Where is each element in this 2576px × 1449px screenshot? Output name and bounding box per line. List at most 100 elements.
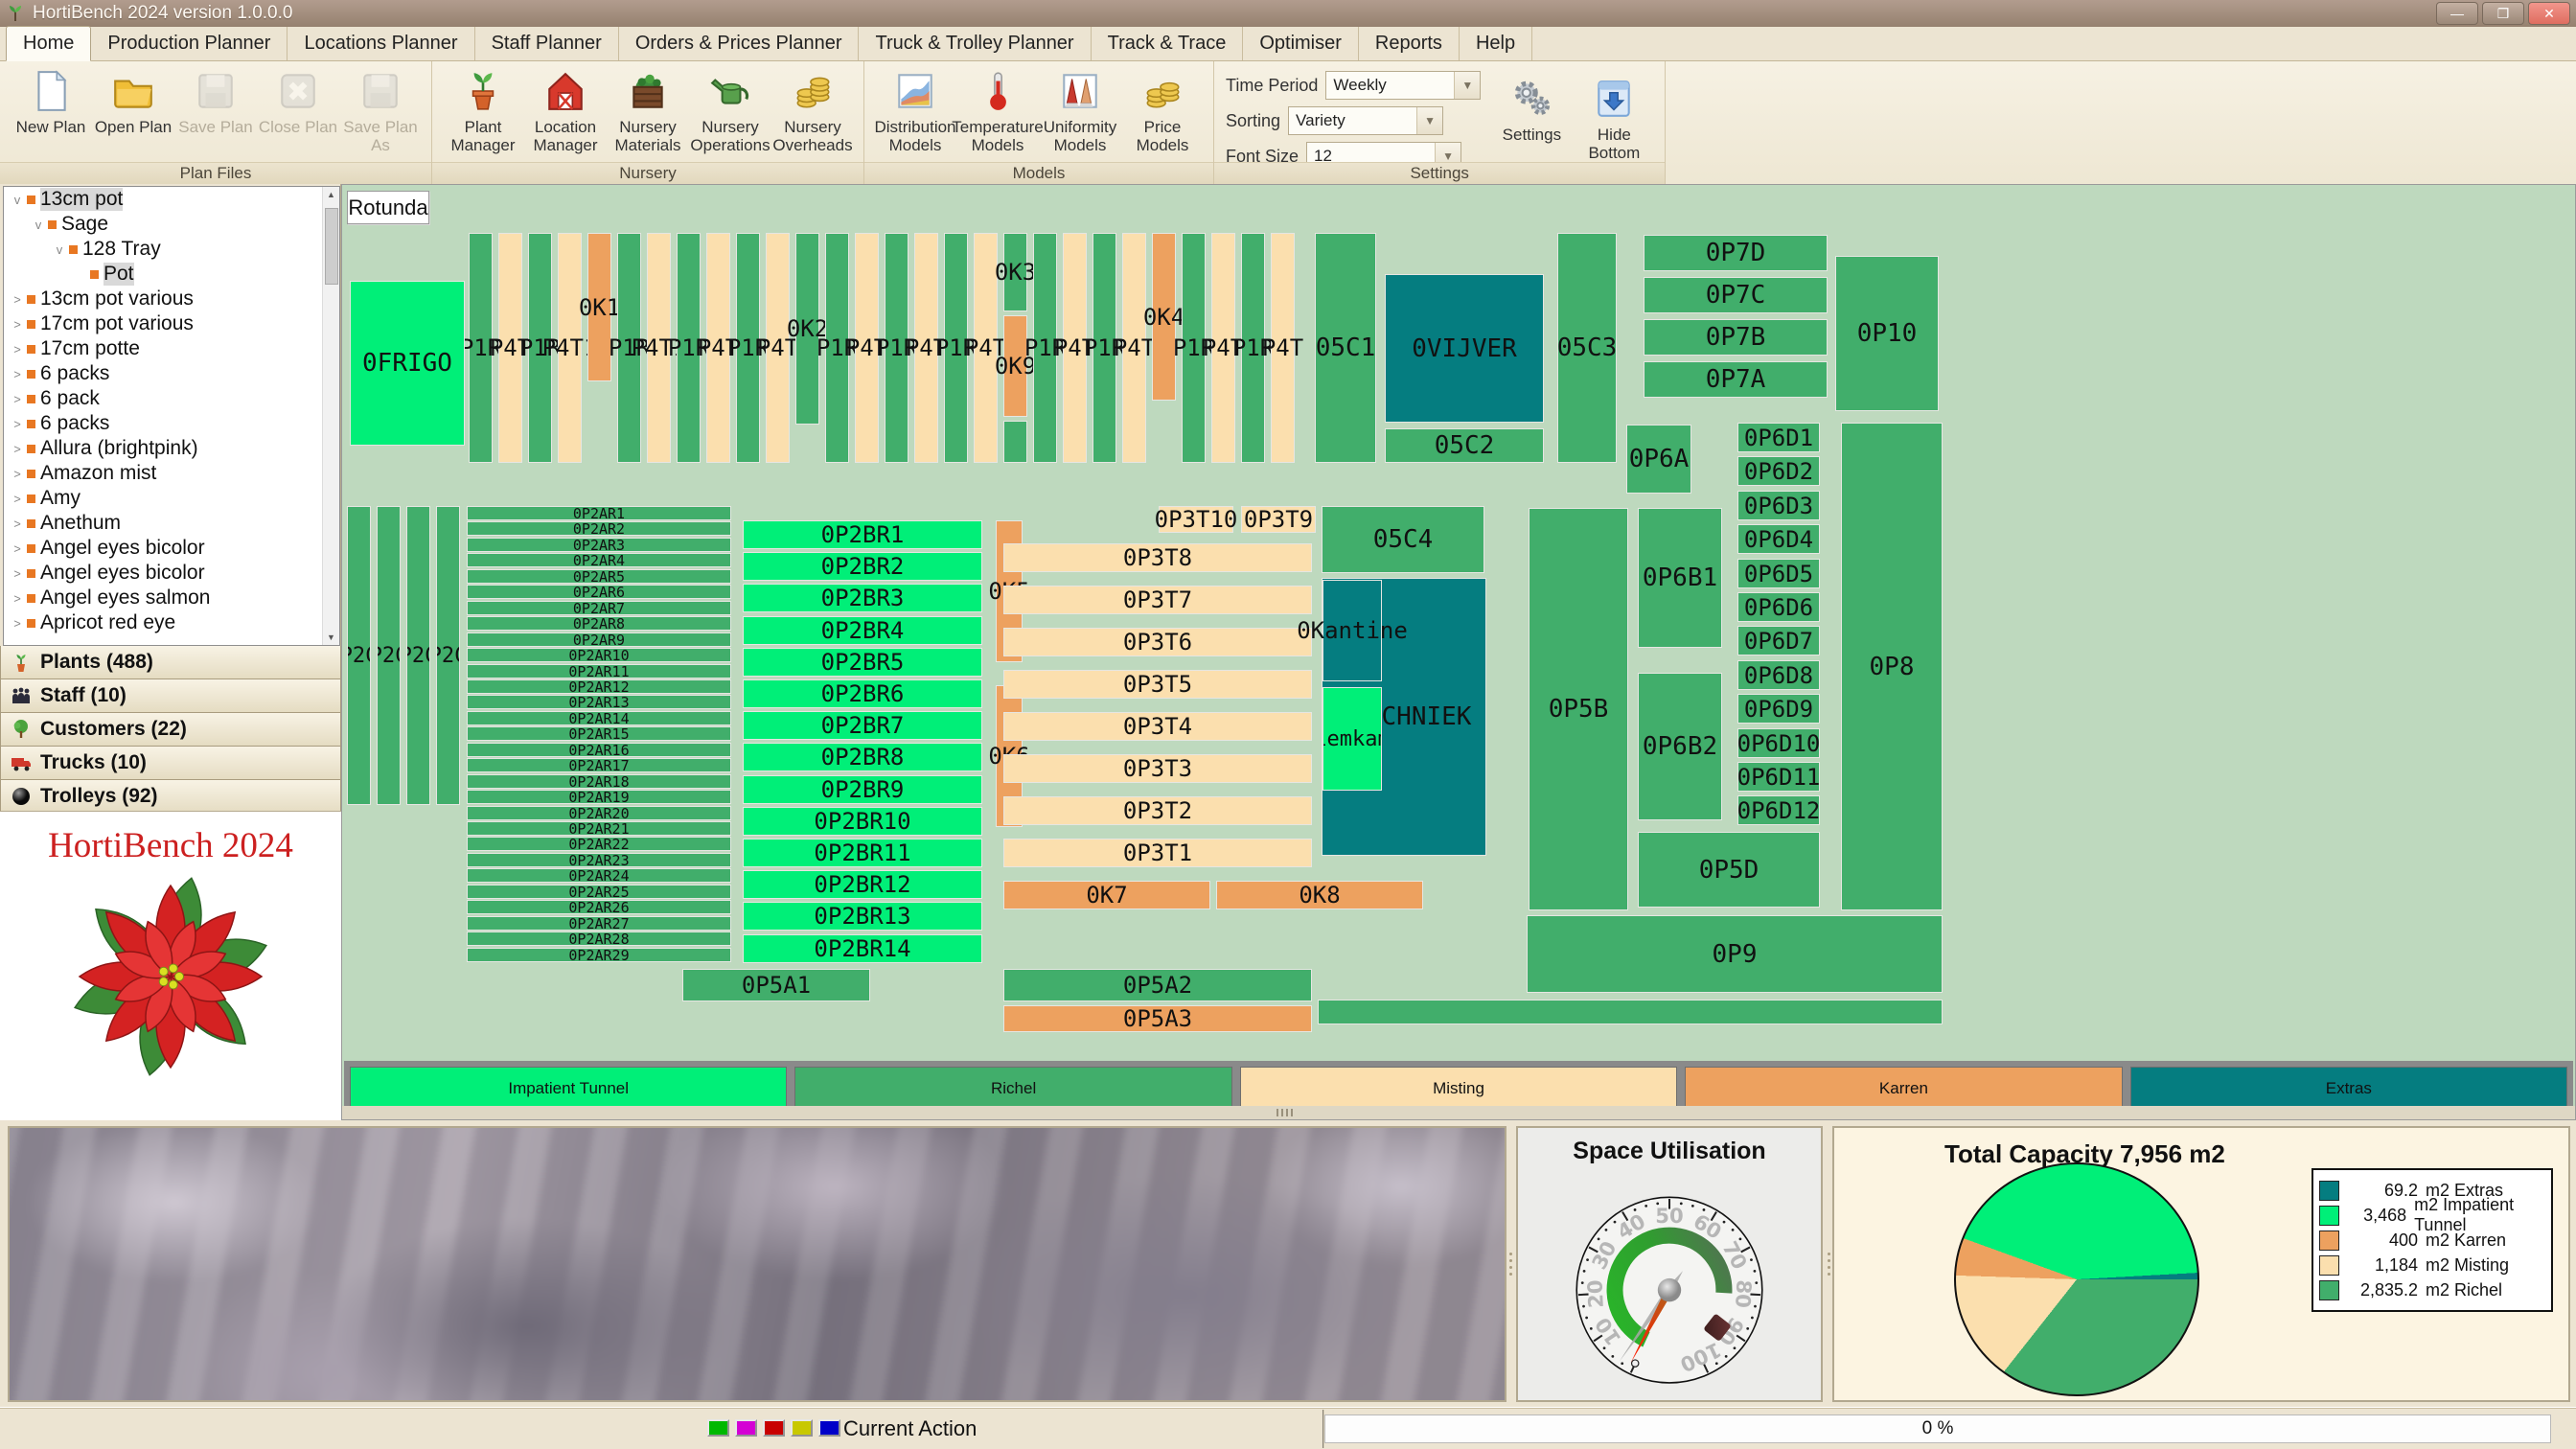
map-block-0p6b2[interactable]: 0P6B2 — [1638, 673, 1722, 820]
map-block-0p2ar27[interactable]: 0P2AR27 — [467, 916, 731, 931]
chevron-closed-icon[interactable]: > — [10, 616, 25, 631]
tab-optimiser[interactable]: Optimiser — [1243, 27, 1359, 60]
tree-item-angel-eyes-bicolor[interactable]: >Angel eyes bicolor — [4, 561, 339, 586]
map-block-0p2ar2[interactable]: 0P2AR2 — [467, 521, 731, 536]
chevron-open-icon[interactable]: v — [10, 193, 25, 207]
tab-truck-trolley-planner[interactable]: Truck & Trolley Planner — [859, 27, 1091, 60]
sorting-select[interactable]: Variety▼ — [1288, 106, 1443, 135]
map-block-0p3t7[interactable]: 0P3T7 — [1003, 586, 1312, 614]
map-block-0p2ar17[interactable]: 0P2AR17 — [467, 758, 731, 772]
map-horizontal-scrollbar[interactable] — [342, 1106, 2575, 1119]
tab-staff-planner[interactable]: Staff Planner — [475, 27, 619, 60]
map-block-0p2ar22[interactable]: 0P2AR22 — [467, 837, 731, 851]
section-trolleys[interactable]: Trolleys (92) — [0, 780, 341, 814]
nursery-materials-button[interactable]: Nursery Materials — [607, 65, 689, 154]
new-plan-button[interactable]: New Plan — [10, 65, 92, 136]
map-block-0p2ar16[interactable]: 0P2AR16 — [467, 743, 731, 757]
map-block-0p2ar5[interactable]: 0P2AR5 — [467, 569, 731, 584]
map-block-0p2ar1[interactable]: 0P2AR1 — [467, 506, 731, 520]
time-period-select[interactable]: Weekly▼ — [1325, 71, 1481, 100]
chevron-closed-icon[interactable]: > — [10, 392, 25, 406]
chevron-closed-icon[interactable]: > — [10, 417, 25, 431]
tree-item-128-tray[interactable]: v128 Tray — [4, 237, 339, 262]
location-manager-button[interactable]: Location Manager — [524, 65, 607, 154]
price-models-button[interactable]: Price Models — [1121, 65, 1204, 154]
map-block-0p2br7[interactable]: 0P2BR7 — [743, 711, 982, 740]
map-block-0p2ar14[interactable]: 0P2AR14 — [467, 711, 731, 725]
map-block-0p6d1[interactable]: 0P6D1 — [1737, 423, 1820, 452]
map-block-strip-0k4-23[interactable]: 0K4 — [1152, 233, 1176, 401]
settings-button[interactable]: Settings — [1490, 73, 1573, 144]
map-block-0p2br11[interactable]: 0P2BR11 — [743, 839, 982, 867]
map-block-0p2br12[interactable]: 0P2BR12 — [743, 870, 982, 899]
map-block-0p2ar24[interactable]: 0P2AR24 — [467, 868, 731, 883]
map-block-0p2ar21[interactable]: 0P2AR21 — [467, 821, 731, 836]
map-block-0p5a3[interactable]: 0P5A3 — [1003, 1005, 1312, 1032]
map-block-0p2ar9[interactable]: 0P2AR9 — [467, 632, 731, 647]
tree-item-angel-eyes-bicolor[interactable]: >Angel eyes bicolor — [4, 536, 339, 561]
map-block-0p6d7[interactable]: 0P6D7 — [1737, 626, 1820, 656]
map-block-0p3t4[interactable]: 0P3T4 — [1003, 712, 1312, 741]
scrollbar-grip[interactable] — [1276, 1109, 1293, 1116]
map-block-0p2ar18[interactable]: 0P2AR18 — [467, 774, 731, 789]
tab-production-planner[interactable]: Production Planner — [91, 27, 288, 60]
map-block-bar[interactable] — [1318, 1000, 1943, 1024]
chevron-closed-icon[interactable]: > — [10, 292, 25, 307]
map-block-0p3t9[interactable]: 0P3T9 — [1241, 506, 1316, 533]
panel-splitter[interactable] — [1506, 1126, 1514, 1402]
temperature-models-button[interactable]: Temperature Models — [956, 65, 1039, 154]
map-block-0p2br6[interactable]: 0P2BR6 — [743, 679, 982, 708]
map-block-0p3t2[interactable]: 0P3T2 — [1003, 796, 1312, 825]
map-block-0p6d4[interactable]: 0P6D4 — [1737, 524, 1820, 554]
map-block-0p6d2[interactable]: 0P6D2 — [1737, 456, 1820, 486]
distribution-models-button[interactable]: Distribution Models — [874, 65, 956, 154]
map-block-0p3t6[interactable]: 0P3T6 — [1003, 628, 1312, 656]
map-block-p2c-1[interactable]: P2C — [377, 506, 401, 805]
tree-item-17cm-potte[interactable]: >17cm potte — [4, 336, 339, 361]
map-block-0p2ar15[interactable]: 0P2AR15 — [467, 726, 731, 741]
map-block-0p2ar19[interactable]: 0P2AR19 — [467, 790, 731, 804]
section-trucks[interactable]: Trucks (10) — [0, 747, 341, 780]
map-block-0p9[interactable]: 0P9 — [1527, 915, 1943, 993]
map-block-0p2br1[interactable]: 0P2BR1 — [743, 520, 982, 549]
tree-item-amy[interactable]: >Amy — [4, 486, 339, 511]
tree-item-allura-brightpink[interactable]: >Allura (brightpink) — [4, 436, 339, 461]
map-block-0p2ar7[interactable]: 0P2AR7 — [467, 601, 731, 615]
map-block-strip-p4t-10[interactable]: P4T — [766, 233, 790, 463]
section-customers[interactable]: Customers (22) — [0, 713, 341, 747]
tree-scrollbar-thumb[interactable] — [325, 208, 338, 285]
map-block-p2c-3[interactable]: P2C — [436, 506, 460, 805]
tree-item-apricot-red-eye[interactable]: >Apricot red eye — [4, 610, 339, 635]
map-block-0p5b[interactable]: 0P5B — [1529, 508, 1628, 910]
map-block-0vijver[interactable]: 0VIJVER — [1385, 274, 1544, 423]
map-block-0p6d9[interactable]: 0P6D9 — [1737, 694, 1820, 724]
map-block-0p6d10[interactable]: 0P6D10 — [1737, 728, 1820, 758]
map-block-0p2br3[interactable]: 0P2BR3 — [743, 584, 982, 612]
tree-scrollbar[interactable]: ▲ ▼ — [322, 187, 339, 645]
map-block-0p2ar23[interactable]: 0P2AR23 — [467, 853, 731, 867]
chevron-closed-icon[interactable]: > — [10, 467, 25, 481]
map-block-0p2ar29[interactable]: 0P2AR29 — [467, 948, 731, 962]
map-block-0k9[interactable]: 0K9 — [1003, 315, 1027, 417]
map-block-0k8[interactable]: 0K8 — [1216, 881, 1423, 909]
map-block-0p2br5[interactable]: 0P2BR5 — [743, 648, 982, 677]
tree-item-13cm-pot[interactable]: v13cm pot — [4, 187, 339, 212]
chevron-closed-icon[interactable]: > — [10, 591, 25, 606]
map-block-0p10[interactable]: 0P10 — [1835, 256, 1939, 411]
chevron-closed-icon[interactable]: > — [10, 317, 25, 332]
nursery-operations-button[interactable]: Nursery Operations — [689, 65, 771, 154]
map-block-0p8[interactable]: 0P8 — [1841, 423, 1943, 910]
tab-help[interactable]: Help — [1460, 27, 1532, 60]
tree-item-angel-eyes-salmon[interactable]: >Angel eyes salmon — [4, 586, 339, 610]
tab-reports[interactable]: Reports — [1359, 27, 1460, 60]
tree-item-6-pack[interactable]: >6 pack — [4, 386, 339, 411]
map-block-0p2ar25[interactable]: 0P2AR25 — [467, 885, 731, 899]
map-block-0p6d8[interactable]: 0P6D8 — [1737, 660, 1820, 690]
map-block-0p2br4[interactable]: 0P2BR4 — [743, 616, 982, 645]
map-block-0p3t8[interactable]: 0P3T8 — [1003, 543, 1312, 572]
map-block-05c2[interactable]: 05C2 — [1385, 428, 1544, 463]
map-block-rotunda[interactable]: Rotunda — [347, 191, 429, 224]
tree-item-6-packs[interactable]: >6 packs — [4, 361, 339, 386]
map-block-0p5d[interactable]: 0P5D — [1638, 832, 1820, 908]
map-block-05c3[interactable]: 05C3 — [1557, 233, 1617, 463]
